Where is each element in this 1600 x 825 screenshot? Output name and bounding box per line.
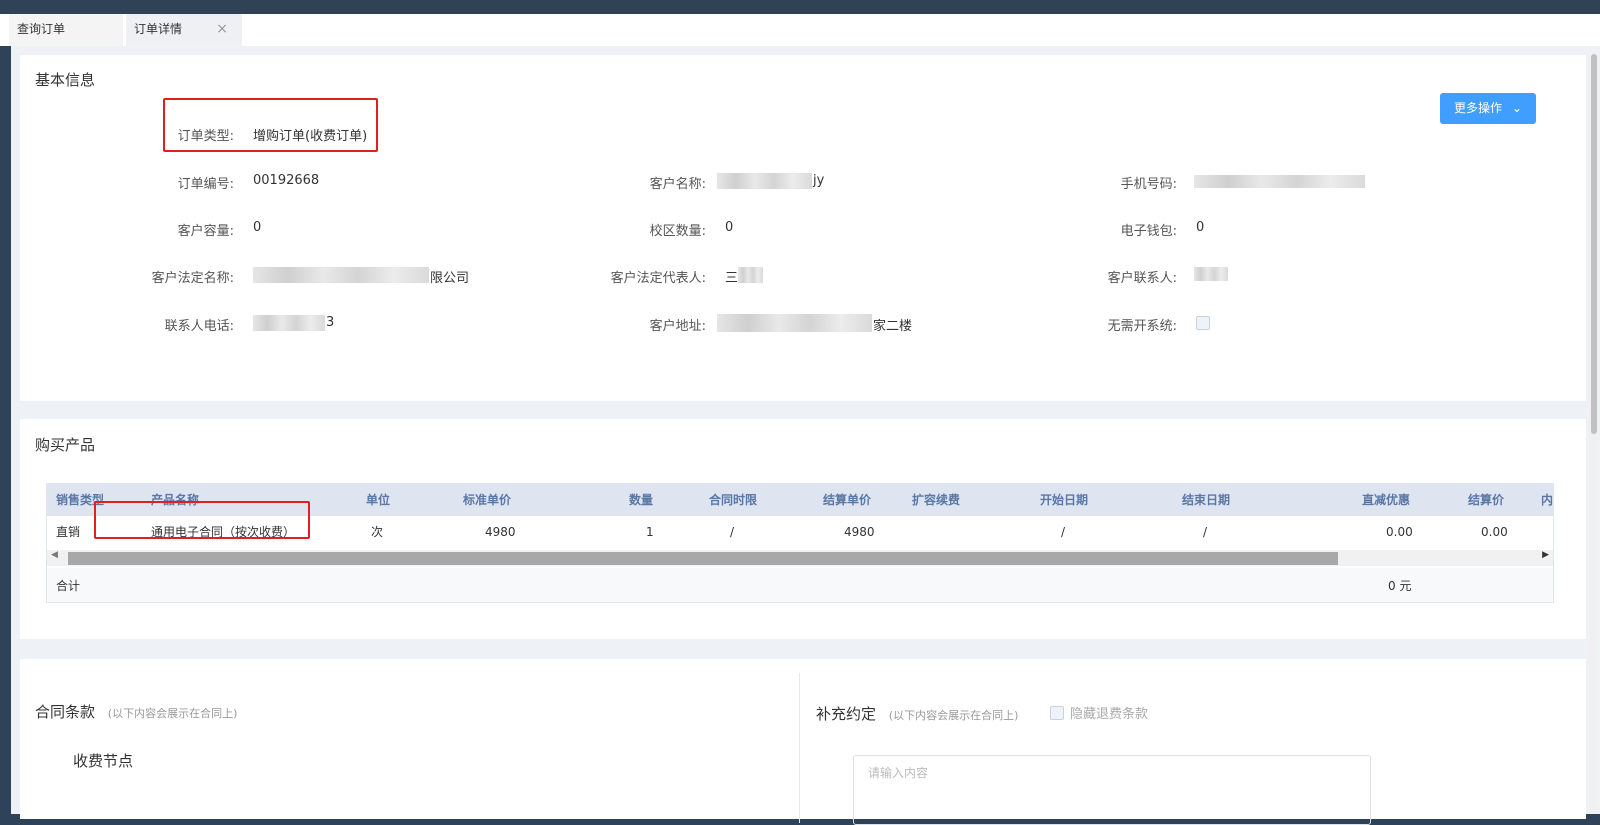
cell-discount: 0.00 bbox=[1386, 525, 1413, 539]
fee-node-title: 收费节点 bbox=[73, 752, 134, 770]
no-system-checkbox[interactable] bbox=[1196, 316, 1210, 330]
campus-count-label: 校区数量: bbox=[649, 224, 706, 239]
redacted-value bbox=[717, 173, 812, 189]
close-icon[interactable]: × bbox=[216, 14, 228, 44]
supplement-section-title: 补充约定 (以下内容会展示在合同上) bbox=[816, 703, 1018, 724]
legal-name-label: 客户法定名称: bbox=[151, 271, 234, 286]
column-header: 标准单价 bbox=[463, 493, 512, 507]
button-label: 更多操作 bbox=[1454, 101, 1503, 115]
cell-term: / bbox=[730, 525, 735, 539]
redacted-value bbox=[253, 267, 429, 283]
tab-order-detail[interactable]: 订单详情 × bbox=[126, 14, 242, 46]
highlight-box bbox=[94, 501, 310, 539]
cell-settle: 0.00 bbox=[1481, 525, 1508, 539]
order-no-value: 00192668 bbox=[253, 173, 320, 188]
tab-bar: 查询订单 订单详情 × bbox=[0, 14, 1600, 46]
contact-phone-label: 联系人电话: bbox=[164, 319, 234, 334]
total-row: 合计 0 元 bbox=[47, 568, 1553, 602]
section-title: 基本信息 bbox=[35, 71, 96, 89]
tab-query-orders[interactable]: 查询订单 bbox=[9, 14, 123, 46]
customer-name-suffix: jy bbox=[813, 173, 825, 188]
total-label: 合计 bbox=[56, 579, 81, 593]
tab-label: 订单详情 bbox=[134, 22, 183, 36]
textarea-placeholder: 请输入内容 bbox=[868, 766, 929, 780]
scroll-right-icon[interactable]: ▶ bbox=[1542, 550, 1549, 560]
capacity-value: 0 bbox=[253, 220, 262, 235]
basic-info-card: 基本信息 更多操作 ⌄ 订单类型: 增购订单(收费订单) 订单编号: 00192… bbox=[20, 55, 1586, 401]
contract-section-title: 合同条款 (以下内容会展示在合同上) bbox=[35, 701, 237, 722]
column-header: 开始日期 bbox=[1040, 493, 1089, 507]
legal-name-suffix: 限公司 bbox=[430, 271, 470, 286]
main-content: 基本信息 更多操作 ⌄ 订单类型: 增购订单(收费订单) 订单编号: 00192… bbox=[11, 46, 1600, 825]
chevron-down-icon: ⌄ bbox=[1511, 101, 1522, 115]
cell-unit: 次 bbox=[371, 525, 384, 539]
redacted-value bbox=[1194, 267, 1228, 281]
section-title: 购买产品 bbox=[35, 436, 96, 454]
vertical-scrollbar[interactable] bbox=[1590, 54, 1598, 814]
scroll-thumb[interactable] bbox=[68, 552, 1338, 565]
capacity-label: 客户容量: bbox=[177, 224, 234, 239]
cell-qty: 1 bbox=[646, 525, 654, 539]
column-header: 数量 bbox=[629, 493, 654, 507]
hide-refund-checkbox[interactable] bbox=[1050, 706, 1064, 720]
column-header: 结束日期 bbox=[1182, 493, 1231, 507]
cell-end: / bbox=[1203, 525, 1208, 539]
more-actions-button[interactable]: 更多操作 ⌄ bbox=[1440, 93, 1536, 124]
column-header: 结算单价 bbox=[823, 493, 872, 507]
products-card: 购买产品 销售类型 产品名称 单位 标准单价 数量 合同时限 结算单价 扩容续费… bbox=[20, 419, 1586, 639]
contract-hint: (以下内容会展示在合同上) bbox=[107, 707, 238, 720]
column-header: 合同时限 bbox=[709, 493, 758, 507]
legal-rep-label: 客户法定代表人: bbox=[610, 271, 706, 286]
divider bbox=[799, 673, 800, 823]
column-header: 直减优惠 bbox=[1362, 493, 1411, 507]
order-type-value: 增购订单(收费订单) bbox=[253, 129, 368, 144]
contract-card: 合同条款 (以下内容会展示在合同上) 收费节点 补充约定 (以下内容会展示在合同… bbox=[20, 659, 1586, 825]
supplement-textarea[interactable]: 请输入内容 bbox=[853, 755, 1371, 825]
scroll-thumb[interactable] bbox=[1591, 54, 1597, 434]
campus-count-value: 0 bbox=[725, 220, 734, 235]
phone-label: 手机号码: bbox=[1120, 177, 1177, 192]
horizontal-scrollbar[interactable]: ◀ ▶ bbox=[47, 550, 1553, 566]
address-suffix: 家二楼 bbox=[873, 319, 913, 334]
column-header: 扩容续费 bbox=[912, 493, 961, 507]
supplement-title: 补充约定 bbox=[816, 705, 877, 723]
wallet-label: 电子钱包: bbox=[1120, 224, 1177, 239]
tab-label: 查询订单 bbox=[17, 22, 66, 36]
redacted-value bbox=[738, 267, 763, 283]
contact-label: 客户联系人: bbox=[1107, 271, 1177, 286]
cell-sale-type: 直销 bbox=[56, 525, 81, 539]
scroll-left-icon[interactable]: ◀ bbox=[51, 550, 58, 560]
total-value: 0 元 bbox=[1388, 579, 1412, 593]
cell-std-price: 4980 bbox=[485, 525, 516, 539]
supplement-hint: (以下内容会展示在合同上) bbox=[888, 709, 1019, 722]
redacted-value bbox=[717, 314, 872, 332]
contract-title: 合同条款 bbox=[35, 703, 96, 721]
cell-start: / bbox=[1061, 525, 1066, 539]
order-no-label: 订单编号: bbox=[177, 177, 234, 192]
column-header: 单位 bbox=[366, 493, 391, 507]
no-system-label: 无需开系统: bbox=[1107, 319, 1177, 334]
legal-rep-prefix: 三 bbox=[725, 271, 739, 286]
top-bar bbox=[0, 0, 1600, 14]
cell-settle-price: 4980 bbox=[844, 525, 875, 539]
redacted-value bbox=[1194, 175, 1365, 188]
column-header: 结算价 bbox=[1468, 493, 1505, 507]
customer-name-label: 客户名称: bbox=[649, 177, 706, 192]
wallet-value: 0 bbox=[1196, 220, 1205, 235]
redacted-value bbox=[253, 315, 325, 331]
contact-phone-suffix: 3 bbox=[326, 315, 335, 330]
column-header: 内 bbox=[1541, 493, 1554, 507]
address-label: 客户地址: bbox=[649, 319, 706, 334]
order-type-label: 订单类型: bbox=[177, 129, 234, 144]
hide-refund-label: 隐藏退费条款 bbox=[1070, 707, 1149, 722]
